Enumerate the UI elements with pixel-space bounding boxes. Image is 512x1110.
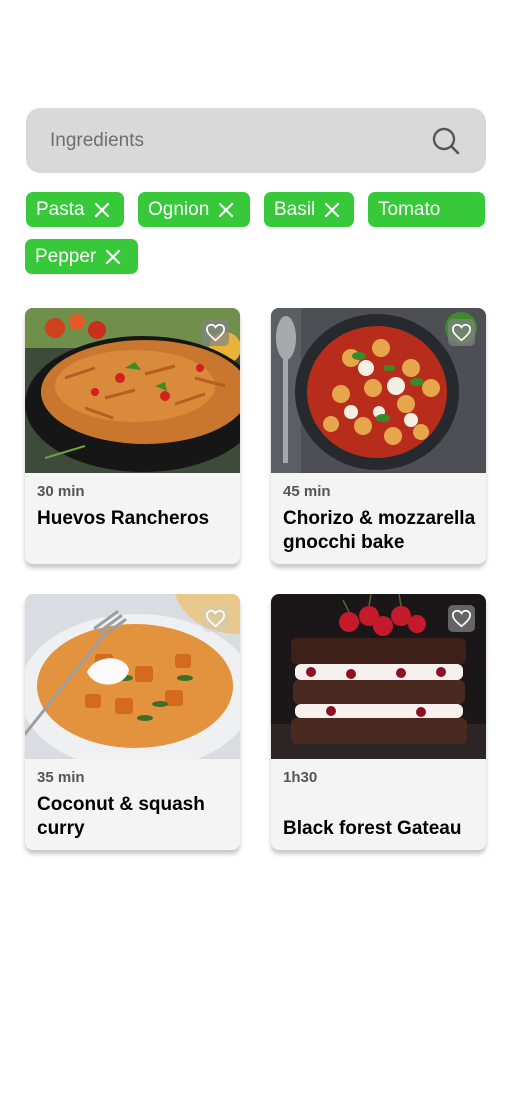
chip-ognion[interactable]: Ognion	[138, 192, 250, 227]
favorite-button[interactable]	[202, 319, 229, 346]
recipe-time: 35 min	[37, 769, 85, 786]
heart-icon	[451, 323, 472, 342]
recipe-title: Huevos Rancheros	[37, 508, 210, 529]
recipe-time: 1h30	[283, 769, 318, 786]
recipe-title: Coconut & squash curry	[37, 794, 205, 839]
recipe-card[interactable]: 30 min Huevos Rancheros	[25, 308, 240, 564]
chip-basil[interactable]: Basil	[264, 192, 354, 227]
search-bar[interactable]	[26, 108, 493, 177]
chip-pepper[interactable]: Pepper	[25, 239, 138, 274]
chip-label: Pepper	[35, 245, 97, 267]
heart-icon	[205, 323, 226, 342]
chip-label: Pasta	[36, 198, 85, 220]
close-icon[interactable]	[323, 201, 341, 219]
recipe-card[interactable]: 45 min Chorizo & mozzarella gnocchi bake	[271, 308, 486, 564]
close-icon[interactable]	[217, 201, 235, 219]
recipe-card[interactable]: 35 min Coconut & squash curry	[25, 594, 240, 850]
heart-icon	[205, 609, 226, 628]
heart-icon	[451, 609, 472, 628]
favorite-button[interactable]	[202, 605, 229, 632]
clear-icon[interactable]	[480, 168, 494, 180]
recipe-card[interactable]: 1h30 Black forest Gateau	[271, 594, 486, 850]
chip-label: Tomato	[378, 198, 441, 220]
chip-pasta[interactable]: Pasta	[26, 192, 124, 227]
recipe-title: Chorizo & mozzarella gnocchi bake	[283, 508, 476, 553]
recipe-time: 45 min	[283, 483, 331, 500]
favorite-button[interactable]	[448, 605, 475, 632]
search-input[interactable]	[26, 108, 426, 173]
chip-label: Ognion	[148, 198, 210, 220]
recipe-time: 30 min	[37, 483, 85, 500]
chip-label: Basil	[274, 198, 316, 220]
close-icon[interactable]	[93, 201, 111, 219]
favorite-button[interactable]	[448, 319, 475, 346]
recipe-title: Black forest Gateau	[283, 818, 462, 839]
search-icon[interactable]	[430, 125, 462, 157]
close-icon[interactable]	[104, 248, 122, 266]
chip-tomato[interactable]: Tomato	[368, 192, 485, 227]
